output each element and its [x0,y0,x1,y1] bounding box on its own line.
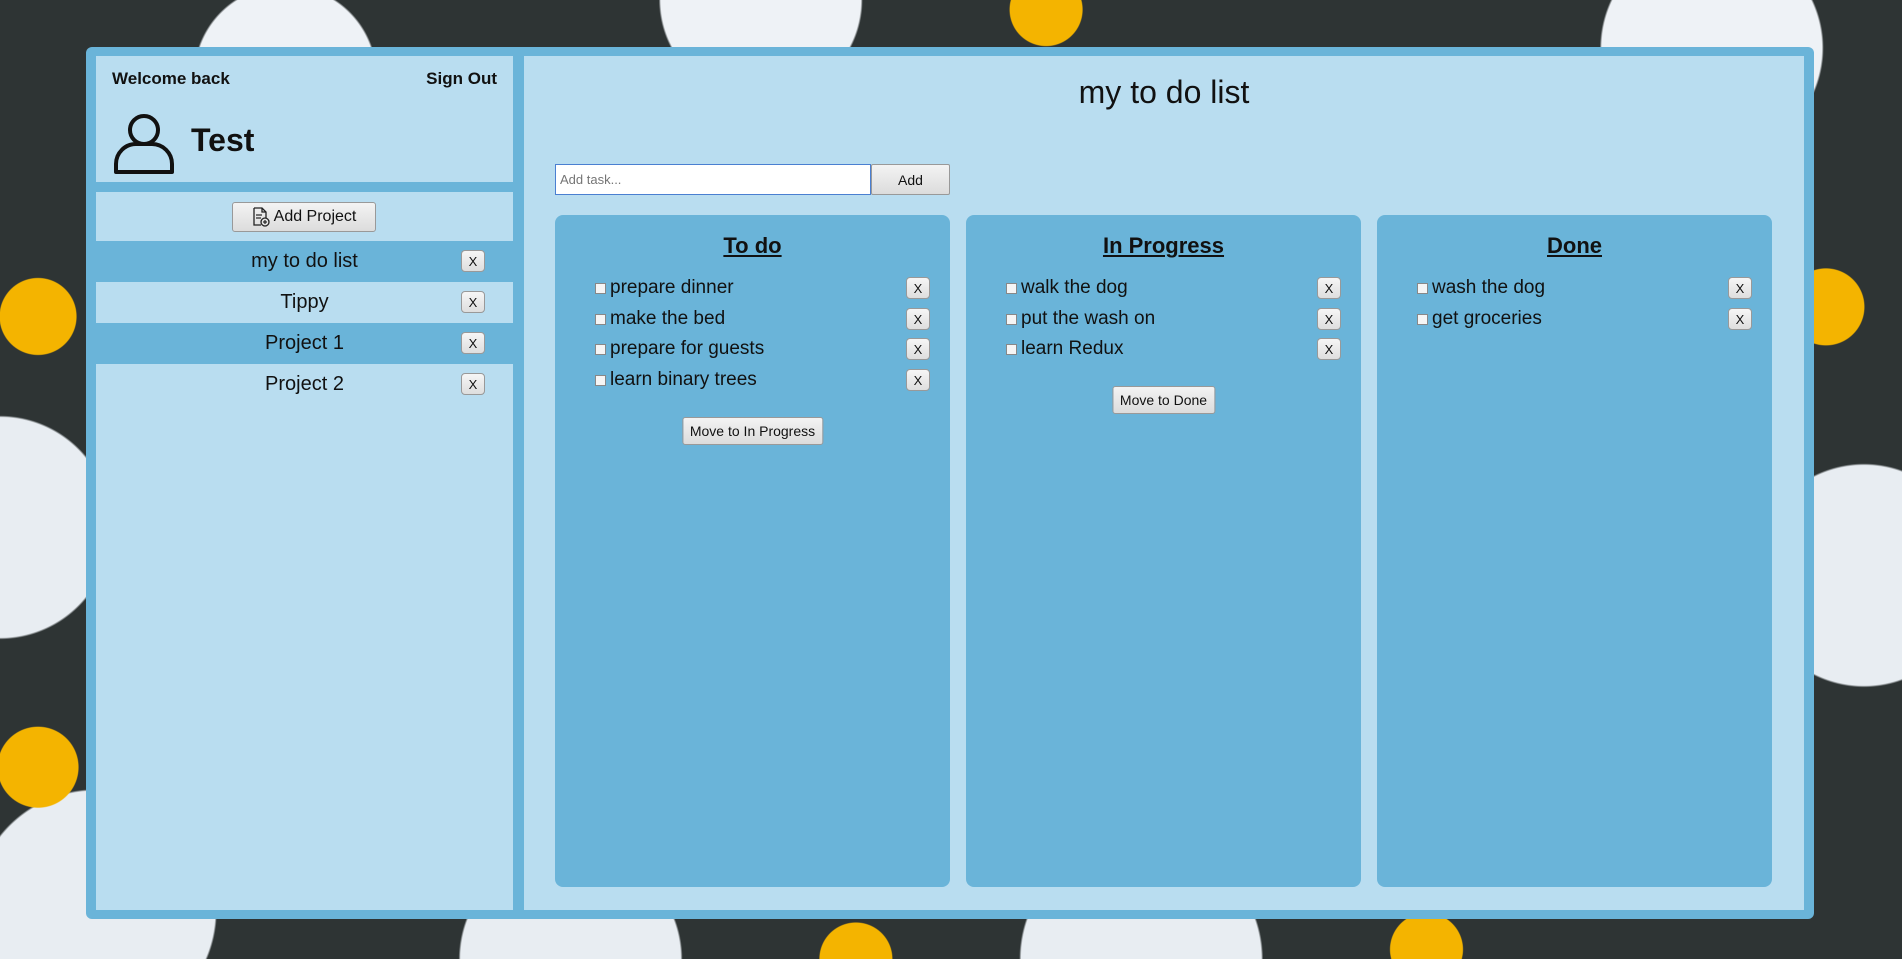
task-checkbox[interactable] [595,343,606,355]
delete-task-button[interactable]: X [1317,338,1341,360]
task-item: make the bed X [595,306,930,332]
document-add-icon [252,207,270,227]
delete-project-button[interactable]: X [461,373,485,395]
task-text: prepare for guests [610,338,765,359]
project-name: my to do list [251,250,358,272]
sign-out-link[interactable]: Sign Out [426,69,497,89]
delete-task-button[interactable]: X [906,277,930,299]
delete-task-button[interactable]: X [1728,277,1752,299]
task-checkbox[interactable] [1417,282,1428,294]
column-todo: To do prepare dinner X make the bed X pr… [555,215,950,887]
main-panel: my to do list Add To do prepare dinner X… [524,56,1804,910]
delete-task-button[interactable]: X [906,369,930,391]
delete-task-button[interactable]: X [1317,308,1341,330]
project-name: Tippy [280,291,329,313]
column-done: Done wash the dog X get groceries X [1377,215,1772,887]
welcome-text: Welcome back [112,69,230,88]
delete-project-button[interactable]: X [461,291,485,313]
task-checkbox[interactable] [1006,343,1017,355]
move-to-in-progress-button[interactable]: Move to In Progress [681,417,824,445]
task-checkbox[interactable] [1417,313,1428,325]
task-item: put the wash on X [1006,306,1341,332]
task-item: walk the dog X [1006,275,1341,301]
username: Test [191,122,255,158]
task-checkbox[interactable] [1006,282,1017,294]
task-text: wash the dog [1432,277,1546,298]
task-text: prepare dinner [610,277,734,298]
project-item-my-to-do-list[interactable]: my to do list X [96,241,513,282]
task-item: prepare for guests X [595,336,930,362]
task-item: learn binary trees X [595,367,930,393]
project-panel: Add Project my to do list X Tippy X Proj… [96,192,513,910]
task-text: walk the dog [1021,277,1128,298]
task-checkbox[interactable] [595,313,606,325]
task-item: get groceries X [1417,306,1752,332]
user-card: Welcome back Sign Out Test [96,56,513,182]
task-text: put the wash on [1021,308,1156,329]
column-title: In Progress [1102,233,1225,258]
task-item: wash the dog X [1417,275,1752,301]
move-to-done-button[interactable]: Move to Done [1111,386,1216,414]
project-item-tippy[interactable]: Tippy X [96,282,513,323]
task-item: prepare dinner X [595,275,930,301]
task-item: learn Redux X [1006,336,1341,362]
delete-task-button[interactable]: X [906,338,930,360]
delete-task-button[interactable]: X [1728,308,1752,330]
page-title: my to do list [1078,74,1250,110]
column-title: Done [1547,233,1602,258]
task-checkbox[interactable] [595,374,606,386]
sidebar: Welcome back Sign Out Test Add Project m… [96,56,513,910]
project-name: Project 1 [265,332,344,354]
task-checkbox[interactable] [1006,313,1017,325]
delete-task-button[interactable]: X [1317,277,1341,299]
project-name: Project 2 [265,373,344,395]
task-text: make the bed [610,308,726,329]
column-in-progress: In Progress walk the dog X put the wash … [966,215,1361,887]
delete-project-button[interactable]: X [461,250,485,272]
add-task-button[interactable]: Add [871,164,950,195]
delete-project-button[interactable]: X [461,332,485,354]
add-project-label: Add Project [273,208,357,225]
delete-task-button[interactable]: X [906,308,930,330]
task-text: get groceries [1432,308,1542,329]
task-checkbox[interactable] [595,282,606,294]
column-title: To do [723,233,782,258]
task-input[interactable] [555,164,871,195]
project-item-project-2[interactable]: Project 2 X [96,364,513,405]
project-list: my to do list X Tippy X Project 1 X Proj… [96,241,513,405]
task-text: learn Redux [1021,338,1124,359]
add-project-button[interactable]: Add Project [232,202,376,232]
project-item-project-1[interactable]: Project 1 X [96,323,513,364]
task-text: learn binary trees [610,369,757,390]
user-icon [114,114,174,174]
